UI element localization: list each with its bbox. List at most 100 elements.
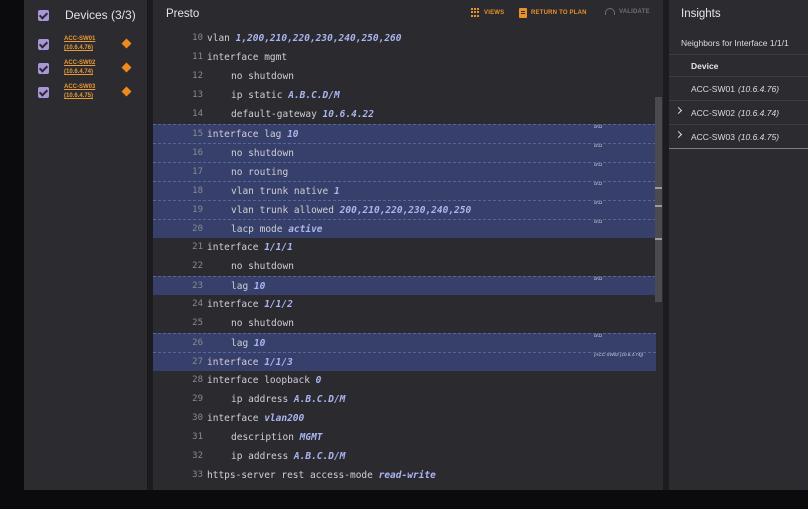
code-line[interactable]: 26 lag 10 0/11 xyxy=(153,333,656,352)
code-text: interface 1/1/2 xyxy=(207,299,293,310)
scroll-marker xyxy=(655,238,662,240)
table-row[interactable]: ACC-SW03 (10.6.4.75) xyxy=(669,124,808,148)
device-list: ACC-SW01 (10.6.4.76) ACC-SW02 (10.6.4.74) … xyxy=(24,32,147,104)
code-line[interactable]: 23 lag 10 0/11 xyxy=(153,276,656,295)
code-line[interactable]: 21 interface 1/1/1 xyxy=(153,238,656,257)
code-lines[interactable]: 10 vlan 1,200,210,220,230,240,250,260 11 in… xyxy=(153,29,656,485)
table-row[interactable]: ACC-SW02 (10.6.4.74) xyxy=(669,100,808,124)
validate-button[interactable]: VALIDATE xyxy=(605,8,650,15)
code-text: description MGMT xyxy=(231,432,323,443)
code-text: vlan trunk native 1 xyxy=(231,186,340,197)
code-line[interactable]: 14 default-gateway 10.6.4.22 xyxy=(153,105,656,124)
code-text: no shutdown xyxy=(231,261,294,272)
code-text: vlan trunk allowed 200,210,220,230,240,2… xyxy=(231,205,472,216)
code-line[interactable]: 24 interface 1/1/2 xyxy=(153,295,656,314)
code-value: 0 xyxy=(315,375,322,386)
line-number: 24 xyxy=(192,299,203,309)
code-value: 1/1/3 xyxy=(264,357,293,368)
status-diamond-icon xyxy=(121,62,132,73)
code-line[interactable]: 22 no shutdown xyxy=(153,257,656,276)
code-value: A.B.C.D/M xyxy=(293,451,346,462)
line-number: 16 xyxy=(192,148,203,158)
code-line[interactable]: 31 description MGMT xyxy=(153,428,656,447)
code-line[interactable]: 32 ip address A.B.C.D/M xyxy=(153,447,656,466)
code-text: ip address A.B.C.D/M xyxy=(231,451,346,462)
code-line[interactable]: 10 vlan 1,200,210,220,230,240,250,260 xyxy=(153,29,656,48)
code-value: 1/1/2 xyxy=(264,299,293,310)
code-line[interactable]: 19 vlan trunk allowed 200,210,220,230,240… xyxy=(153,200,656,219)
line-number: 21 xyxy=(192,242,203,252)
code-text: no shutdown xyxy=(231,318,294,329)
device-link[interactable]: ACC-SW03 (10.6.4.75) xyxy=(64,83,95,101)
chevron-right-icon[interactable] xyxy=(674,106,683,115)
device-item[interactable]: ACC-SW03 (10.6.4.75) xyxy=(24,80,147,104)
code-line[interactable]: 20 lacp mode active 0/11 xyxy=(153,219,656,238)
status-diamond-icon xyxy=(121,86,132,97)
chevron-right-icon[interactable] xyxy=(674,130,683,139)
code-value: 10 xyxy=(287,129,299,140)
device-checkbox[interactable] xyxy=(38,86,49,98)
code-value: vlan200 xyxy=(264,413,305,424)
column-header-device[interactable]: Device xyxy=(669,54,808,76)
scroll-marker xyxy=(655,205,662,207)
code-text: ip address A.B.C.D/M xyxy=(231,394,346,405)
code-text: interface 1/1/1 xyxy=(207,242,293,253)
return-to-plan-button[interactable]: RETURN TO PLAN xyxy=(519,8,587,18)
code-value: 1,200,210,220,230,240,250,260 xyxy=(235,33,402,44)
code-line[interactable]: 17 no routing 0/11 xyxy=(153,162,656,181)
device-checkbox[interactable] xyxy=(38,38,49,50)
code-line[interactable]: 33 https-server rest access-mode read-wri… xyxy=(153,466,656,485)
code-line[interactable]: 27 interface 1/1/3 (ACC-SW02 (10.6.4.74)) xyxy=(153,352,656,371)
code-text: ip static A.B.C.D/M xyxy=(231,90,340,101)
select-all-checkbox[interactable] xyxy=(38,9,49,21)
line-number: 33 xyxy=(192,470,203,480)
code-text: interface vlan200 xyxy=(207,413,305,424)
device-link[interactable]: ACC-SW02 (10.6.4.74) xyxy=(64,59,95,77)
line-number: 27 xyxy=(192,357,203,367)
line-annotation: 0/11 xyxy=(594,124,603,129)
code-text: interface lag 10 xyxy=(207,129,299,140)
code-text: lag 10 xyxy=(231,338,266,349)
insights-panel: Insights Neighbors for Interface 1/1/1 D… xyxy=(669,0,808,490)
code-value: 10 xyxy=(253,338,266,349)
code-line[interactable]: 15 interface lag 10 0/11 xyxy=(153,124,656,143)
line-annotation: 0/11 xyxy=(594,276,603,281)
code-text: default-gateway 10.6.4.22 xyxy=(231,109,374,120)
code-line[interactable]: 28 interface loopback 0 xyxy=(153,371,656,390)
table-row[interactable]: ACC-SW01 (10.6.4.76) xyxy=(669,76,808,100)
grid-icon xyxy=(471,8,480,17)
code-line[interactable]: 25 no shutdown xyxy=(153,314,656,333)
code-line[interactable]: 11 interface mgmt xyxy=(153,48,656,67)
line-number: 18 xyxy=(192,186,203,196)
line-number: 22 xyxy=(192,261,203,271)
code-text: interface loopback 0 xyxy=(207,375,322,386)
code-text: lacp mode active xyxy=(231,224,323,235)
editor-scrollbar[interactable] xyxy=(655,97,662,302)
code-value: 10 xyxy=(253,281,266,292)
device-item[interactable]: ACC-SW01 (10.6.4.76) xyxy=(24,32,147,56)
devices-title: Devices (3/3) xyxy=(65,8,136,22)
code-line[interactable]: 16 no shutdown 0/11 xyxy=(153,143,656,162)
code-line[interactable]: 13 ip static A.B.C.D/M xyxy=(153,86,656,105)
device-link[interactable]: ACC-SW01 (10.6.4.76) xyxy=(64,35,95,53)
line-annotation: 0/11 xyxy=(594,143,603,148)
line-number: 30 xyxy=(192,413,203,423)
editor-title: Presto xyxy=(166,8,200,20)
code-text: no shutdown xyxy=(231,148,294,159)
views-button[interactable]: VIEWS xyxy=(471,8,504,17)
line-annotation: 0/11 xyxy=(594,219,603,224)
code-value: 1/1/1 xyxy=(264,242,293,253)
code-line[interactable]: 30 interface vlan200 xyxy=(153,409,656,428)
line-number: 13 xyxy=(192,90,203,100)
device-checkbox[interactable] xyxy=(38,62,49,74)
device-item[interactable]: ACC-SW02 (10.6.4.74) xyxy=(24,56,147,80)
divider xyxy=(669,148,808,149)
code-line[interactable]: 29 ip address A.B.C.D/M xyxy=(153,390,656,409)
line-number: 14 xyxy=(192,109,203,119)
code-line[interactable]: 18 vlan trunk native 1 0/11 xyxy=(153,181,656,200)
code-line[interactable]: 12 no shutdown xyxy=(153,67,656,86)
line-annotation: 0/11 xyxy=(594,181,603,186)
code-value: read-write xyxy=(378,470,436,481)
code-text: no shutdown xyxy=(231,71,294,82)
devices-panel: Devices (3/3) ACC-SW01 (10.6.4.76) ACC-SW… xyxy=(24,0,148,490)
